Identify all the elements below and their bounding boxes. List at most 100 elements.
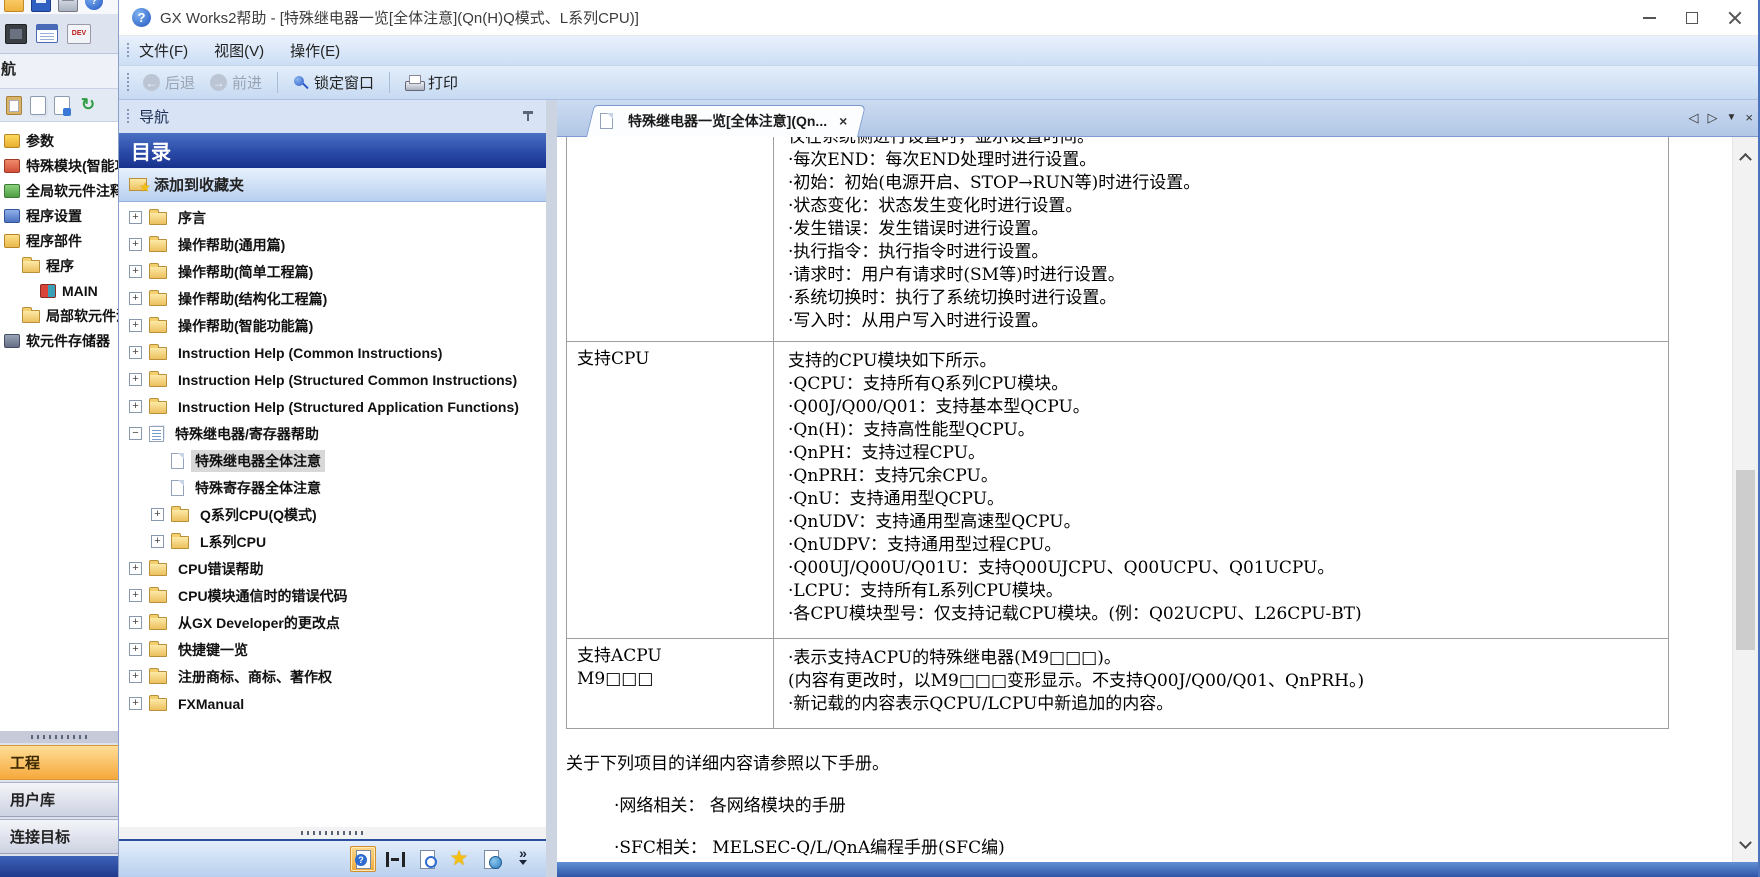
param-icon	[4, 134, 20, 148]
device-icon[interactable]	[5, 24, 27, 44]
menu-operation[interactable]: 操作(E)	[290, 40, 340, 61]
scroll-tabs-right-icon[interactable]: ▷	[1708, 110, 1718, 126]
panel-button[interactable]: 工程	[0, 745, 118, 780]
nav-toolbar-splitter[interactable]	[119, 827, 546, 839]
main-program-icon	[40, 284, 56, 298]
window-list-icon[interactable]	[36, 24, 58, 43]
app-tree-item[interactable]: 程序	[0, 253, 118, 278]
app-tree-item[interactable]: 特殊模块(智能功	[0, 153, 118, 178]
index-icon[interactable]	[382, 846, 408, 872]
expander-plus-icon[interactable]: +	[151, 535, 164, 548]
nav-tree-item[interactable]: +序言	[119, 204, 546, 231]
nav-tree-item[interactable]: +Instruction Help (Common Instructions)	[119, 339, 546, 366]
app-tree-item[interactable]: 程序设置	[0, 203, 118, 228]
expander-plus-icon[interactable]: +	[129, 265, 142, 278]
expander-plus-icon[interactable]: +	[129, 292, 142, 305]
panel-splitter[interactable]	[546, 100, 557, 877]
panel-button[interactable]: 连接目标	[0, 819, 118, 854]
expander-plus-icon[interactable]: +	[129, 616, 142, 629]
expander-plus-icon[interactable]: +	[129, 589, 142, 602]
nav-tree-item-label: Q系列CPU(Q模式)	[196, 504, 321, 526]
expander-plus-icon[interactable]: +	[129, 346, 142, 359]
nav-tree-item[interactable]: +CPU模块通信时的错误代码	[119, 582, 546, 609]
expander-plus-icon[interactable]: +	[129, 643, 142, 656]
refresh-icon[interactable]: ↻	[78, 95, 98, 115]
nav-tree-item[interactable]: +Instruction Help (Structured Common Ins…	[119, 366, 546, 393]
expander-plus-icon[interactable]: +	[129, 238, 142, 251]
overflow-chevron-icon[interactable]: »	[510, 846, 536, 872]
printer-icon[interactable]	[58, 0, 78, 12]
copy-icon[interactable]	[30, 96, 46, 115]
app-tree-item[interactable]: 程序部件	[0, 228, 118, 253]
expander-plus-icon[interactable]: +	[129, 319, 142, 332]
app-window-bottom-edge	[0, 856, 118, 877]
nav-tree-item[interactable]: +FXManual	[119, 690, 546, 717]
save-icon[interactable]	[31, 0, 51, 12]
favorites-star-icon[interactable]: ★	[446, 846, 472, 872]
nav-tree-item[interactable]: +操作帮助(通用篇)	[119, 231, 546, 258]
nav-tree-item[interactable]: +Instruction Help (Structured Applicatio…	[119, 393, 546, 420]
new-note-icon[interactable]	[54, 96, 70, 115]
open-folder-icon[interactable]	[4, 0, 24, 12]
print-button[interactable]: 打印	[401, 70, 462, 95]
chevron-down-icon	[1739, 836, 1752, 849]
scroll-tabs-left-icon[interactable]: ◁	[1689, 110, 1699, 126]
nav-tree-item[interactable]: 特殊寄存器全体注意	[119, 474, 546, 501]
expander-plus-icon[interactable]: +	[129, 562, 142, 575]
footer-items: ·网络相关： 各网络模块的手册·SFC相关： MELSEC-Q/L/QnA编程手…	[566, 795, 1732, 860]
search-icon[interactable]	[414, 846, 440, 872]
nav-tree-item[interactable]: −特殊继电器/寄存器帮助	[119, 420, 546, 447]
expander-plus-icon[interactable]: +	[129, 211, 142, 224]
document-tab[interactable]: 特殊继电器一览[全体注意](Qn... ×	[586, 105, 858, 137]
maximize-button[interactable]	[1686, 12, 1698, 24]
close-tab-icon[interactable]: ×	[1745, 110, 1753, 126]
app-tree-item[interactable]: 参数	[0, 128, 118, 153]
nav-tree-item[interactable]: +快捷键一览	[119, 636, 546, 663]
history-icon[interactable]	[478, 846, 504, 872]
forward-button[interactable]: → 前进	[206, 70, 266, 95]
help-toc-tree: +序言+操作帮助(通用篇)+操作帮助(简单工程篇)+操作帮助(结构化工程篇)+操…	[119, 202, 546, 827]
app-tree-item[interactable]: 软元件存储器	[0, 328, 118, 353]
expander-minus-icon[interactable]: −	[129, 427, 142, 440]
paste-icon[interactable]	[6, 96, 22, 115]
nav-tree-item[interactable]: +操作帮助(简单工程篇)	[119, 258, 546, 285]
minimize-button[interactable]	[1643, 17, 1656, 19]
nav-tree-item[interactable]: +L系列CPU	[119, 528, 546, 555]
nav-tree-item[interactable]: +注册商标、商标、著作权	[119, 663, 546, 690]
table-content-line: ·QnUDPV：支持通用型过程CPU。	[788, 534, 1660, 557]
back-button[interactable]: ← 后退	[139, 70, 199, 95]
tab-list-icon[interactable]: ▼	[1727, 110, 1737, 126]
app-tree-item[interactable]: 局部软元件注	[0, 303, 118, 328]
panel-button[interactable]: 用户库	[0, 782, 118, 817]
lock-window-button[interactable]: 锁定窗口	[289, 70, 378, 95]
expander-plus-icon[interactable]: +	[129, 373, 142, 386]
dock-pin-icon[interactable]	[522, 110, 534, 122]
nav-tree-item[interactable]: + Q系列CPU(Q模式)	[119, 501, 546, 528]
scroll-up-button[interactable]	[1733, 141, 1758, 171]
close-button[interactable]	[1728, 11, 1742, 25]
dev-find-icon[interactable]: DEV	[67, 24, 91, 44]
menu-view[interactable]: 视图(V)	[214, 40, 264, 61]
folder-icon	[149, 671, 167, 684]
expander-plus-icon[interactable]: +	[129, 670, 142, 683]
app-tree-item-label: 程序部件	[26, 231, 82, 251]
add-to-favorites-button[interactable]: 添加到收藏夹	[119, 168, 546, 202]
nav-tree-item[interactable]: +操作帮助(智能功能篇)	[119, 312, 546, 339]
scroll-down-button[interactable]	[1733, 830, 1758, 860]
menu-file[interactable]: 文件(F)	[139, 40, 188, 61]
expander-plus-icon[interactable]: +	[151, 508, 164, 521]
nav-tree-item[interactable]: +CPU错误帮助	[119, 555, 546, 582]
app-tree-item[interactable]: MAIN	[0, 278, 118, 303]
app-panel-splitter[interactable]	[0, 731, 118, 743]
app-tree-item[interactable]: 全局软元件注释	[0, 178, 118, 203]
help-icon[interactable]: ?	[85, 0, 103, 10]
expander-plus-icon[interactable]: +	[129, 400, 142, 413]
tab-close-icon[interactable]: ×	[839, 113, 847, 129]
nav-tree-item[interactable]: +从GX Developer的更改点	[119, 609, 546, 636]
help-topic-icon[interactable]	[350, 846, 376, 872]
nav-tree-item[interactable]: +操作帮助(结构化工程篇)	[119, 285, 546, 312]
vertical-scrollbar[interactable]	[1732, 137, 1758, 862]
nav-tree-item[interactable]: 特殊继电器全体注意	[119, 447, 546, 474]
scrollbar-thumb[interactable]	[1736, 470, 1755, 650]
expander-plus-icon[interactable]: +	[129, 697, 142, 710]
